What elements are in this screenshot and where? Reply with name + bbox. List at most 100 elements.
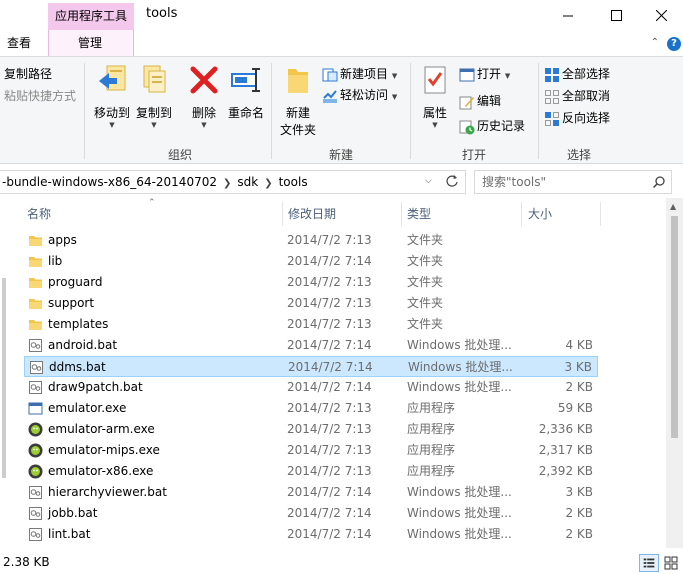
batch-file-icon	[29, 507, 42, 520]
file-row[interactable]: emulator-mips.exe 2014/7/2 7:13 应用程序 2,317 …	[24, 440, 598, 461]
history-icon	[459, 120, 475, 134]
file-row[interactable]: emulator-x86.exe 2014/7/2 7:13 应用程序 2,392 K…	[24, 461, 598, 482]
select-none-button[interactable]: 全部取消	[544, 87, 610, 105]
invert-selection-button[interactable]: 反向选择	[544, 109, 610, 127]
new-folder-button[interactable]: 新建 文件夹	[276, 63, 320, 138]
column-divider[interactable]	[521, 202, 522, 226]
vertical-scrollbar[interactable]: ▲	[666, 198, 683, 548]
folder-icon	[29, 236, 42, 246]
column-divider[interactable]	[401, 202, 402, 226]
history-button[interactable]: 历史记录	[459, 117, 525, 135]
android-emulator-icon	[28, 443, 43, 458]
breadcrumb[interactable]: -bundle-windows-x86_64-20140702 ❯ sdk ❯ tool…	[0, 170, 466, 194]
help-icon[interactable]: ?	[667, 37, 681, 51]
file-row[interactable]: android.bat 2014/7/2 7:14 Windows 批处理... 4 …	[24, 335, 598, 356]
properties-label: 属性	[422, 106, 447, 120]
delete-button[interactable]: 删除 ▼	[186, 63, 222, 129]
batch-file-icon	[29, 381, 42, 394]
file-row[interactable]: hierarchyviewer.bat 2014/7/2 7:14 Windows …	[24, 482, 598, 503]
scroll-up-icon[interactable]: ▲	[670, 202, 676, 211]
new-item-button[interactable]: 新建项目 ▼	[322, 65, 397, 83]
file-row[interactable]: ddms.bat 2014/7/2 7:14 Windows 批处理... 3 KB	[24, 356, 598, 377]
file-row[interactable]: apps 2014/7/2 7:13 文件夹	[24, 230, 598, 251]
rename-icon	[231, 68, 260, 92]
file-name: proguard	[48, 275, 103, 289]
file-modified-date: 2014/7/2 7:14	[287, 380, 372, 394]
chevron-right-icon[interactable]: ❯	[264, 178, 272, 189]
breadcrumb-segment[interactable]: tools	[279, 175, 308, 189]
file-name: lib	[48, 254, 63, 268]
properties-button[interactable]: 属性 ▼	[416, 63, 454, 129]
folder-icon	[29, 278, 42, 288]
close-icon	[655, 9, 667, 21]
chevron-down-icon: ▼	[201, 121, 207, 129]
nav-pane-scrollbar[interactable]	[2, 278, 6, 478]
close-button[interactable]	[638, 0, 683, 30]
select-all-button[interactable]: 全部选择	[544, 65, 610, 83]
chevron-right-icon[interactable]: ❯	[223, 178, 231, 189]
column-divider[interactable]	[600, 202, 601, 226]
breadcrumb-segment[interactable]: sdk	[237, 175, 258, 189]
delete-label: 删除	[191, 106, 216, 120]
paste-shortcut-button[interactable]: 粘贴快捷方式	[4, 87, 76, 104]
minimize-button[interactable]	[545, 0, 591, 30]
file-name: hierarchyviewer.bat	[48, 485, 167, 499]
file-row[interactable]: jobb.bat 2014/7/2 7:14 Windows 批处理... 2 KB	[24, 503, 598, 524]
search-icon[interactable]	[652, 175, 666, 189]
large-icons-view-icon[interactable]	[661, 554, 681, 572]
column-divider[interactable]	[282, 202, 283, 226]
move-to-button[interactable]: 移动到 ▼	[92, 63, 132, 129]
file-size: 2 KB	[565, 380, 593, 394]
group-label-select: 选择	[566, 148, 591, 162]
file-row[interactable]: emulator.exe 2014/7/2 7:13 应用程序 59 KB	[24, 398, 598, 419]
copy-path-button[interactable]: 复制路径	[4, 65, 52, 82]
group-label-organize: 组织	[167, 148, 192, 162]
rename-button[interactable]: 重命名	[225, 63, 267, 121]
group-label-open: 打开	[461, 148, 486, 162]
search-placeholder: 搜索"tools"	[482, 175, 547, 189]
copy-to-button[interactable]: 复制到 ▼	[134, 63, 174, 129]
folder-icon	[29, 299, 42, 309]
column-header-date[interactable]: 修改日期	[286, 202, 401, 226]
column-header-name[interactable]: 名称	[25, 202, 280, 226]
file-modified-date: 2014/7/2 7:14	[287, 338, 372, 352]
address-history-dropdown-icon[interactable]: ⌵	[425, 170, 432, 192]
breadcrumb-segment[interactable]: -bundle-windows-x86_64-20140702	[2, 175, 217, 189]
chevron-down-icon: ▼	[504, 72, 511, 80]
file-name: lint.bat	[48, 527, 91, 541]
file-modified-date: 2014/7/2 7:14	[287, 527, 372, 541]
file-row[interactable]: templates 2014/7/2 7:13 文件夹	[24, 314, 598, 335]
chevron-down-icon: ▼	[109, 121, 115, 129]
column-header-size[interactable]: 大小	[526, 202, 600, 226]
file-list-pane[interactable]: ⌃ 名称 修改日期 类型 大小 apps 2014/7/2 7:13 文件夹 lib 2…	[0, 198, 683, 548]
file-row[interactable]: lint.bat 2014/7/2 7:14 Windows 批处理... 2 KB	[24, 524, 598, 545]
ribbon-collapse-icon[interactable]: ⌃	[651, 37, 659, 48]
file-row[interactable]: draw9patch.bat 2014/7/2 7:14 Windows 批处理..…	[24, 377, 598, 398]
file-type: Windows 批处理...	[408, 360, 513, 374]
file-row[interactable]: emulator-arm.exe 2014/7/2 7:13 应用程序 2,336 K…	[24, 419, 598, 440]
details-view-icon[interactable]	[639, 554, 659, 572]
file-size: 2 KB	[565, 527, 593, 541]
column-header-type[interactable]: 类型	[405, 202, 520, 226]
edit-button[interactable]: 编辑	[459, 92, 501, 110]
maximize-button[interactable]	[593, 0, 639, 30]
easy-access-icon	[323, 89, 337, 103]
open-button[interactable]: 打开 ▼	[459, 65, 510, 83]
easy-access-button[interactable]: 轻松访问 ▼	[322, 86, 397, 104]
search-input[interactable]: 搜索"tools"	[474, 170, 672, 194]
title-bar: 应用程序工具 tools 查看 管理 ⌃ ?	[0, 0, 683, 56]
scrollbar-thumb[interactable]	[671, 216, 678, 438]
file-size: 3 KB	[565, 485, 593, 499]
file-row[interactable]: lib 2014/7/2 7:14 文件夹	[24, 251, 598, 272]
file-row[interactable]: support 2014/7/2 7:13 文件夹	[24, 293, 598, 314]
file-row[interactable]: proguard 2014/7/2 7:13 文件夹	[24, 272, 598, 293]
tab-manage[interactable]: 管理	[78, 34, 102, 51]
file-name: apps	[48, 233, 77, 247]
minimize-icon	[562, 15, 573, 16]
tab-view[interactable]: 查看	[7, 34, 31, 51]
copy-to-label: 复制到	[135, 106, 172, 120]
file-name: support	[48, 296, 95, 310]
invert-selection-label: 反向选择	[562, 111, 611, 125]
refresh-icon[interactable]	[445, 174, 459, 188]
file-modified-date: 2014/7/2 7:13	[287, 401, 372, 415]
